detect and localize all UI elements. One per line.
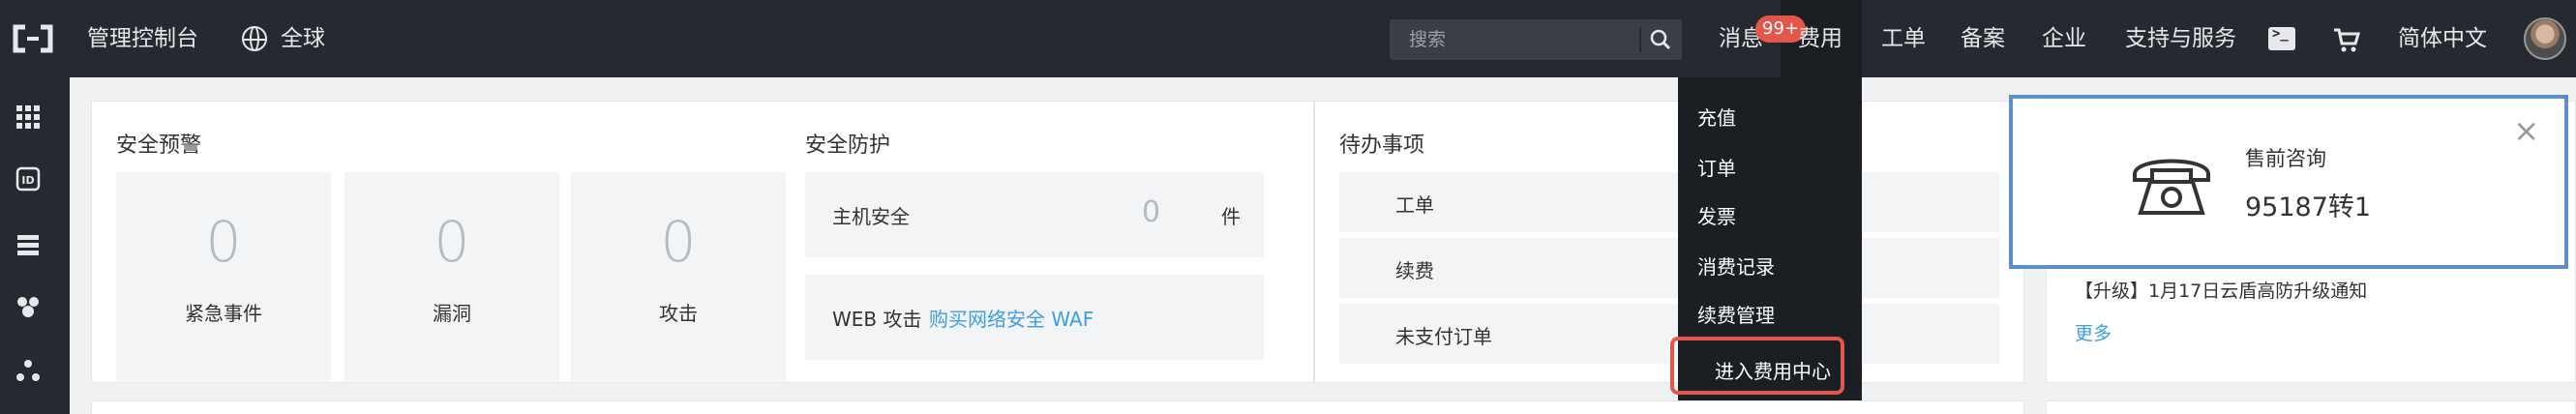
user-avatar[interactable] — [2524, 17, 2566, 60]
stat-value: 0 — [434, 209, 470, 275]
server-icon[interactable] — [15, 232, 41, 257]
todo-item-label: 续费 — [1395, 259, 1434, 282]
left-sidebar: ID — [0, 77, 70, 414]
buy-waf-link[interactable]: 购买网络安全 WAF — [929, 304, 1093, 332]
language-selector[interactable]: 简体中文 — [2398, 23, 2487, 54]
aliyun-logo-icon[interactable] — [12, 23, 54, 54]
search-box — [1390, 19, 1682, 60]
stat-value: 0 — [205, 209, 242, 275]
stat-box-urgent[interactable]: 0 紧急事件 — [116, 172, 331, 381]
region-selector[interactable]: 全球 — [281, 23, 325, 54]
popup-phone: 95187转1 — [2245, 192, 2372, 222]
ticket-link[interactable]: 工单 — [1881, 23, 1926, 54]
grid-icon[interactable] — [15, 104, 41, 130]
web-attack-row: WEB 攻击 购买网络安全 WAF — [805, 275, 1264, 360]
cart-icon[interactable] — [2332, 25, 2361, 54]
todo-item-label: 工单 — [1395, 193, 1434, 217]
search-input[interactable] — [1390, 19, 1639, 60]
stat-box-attack[interactable]: 0 攻击 — [571, 172, 786, 381]
security-protect-title: 安全防护 — [805, 133, 891, 158]
stat-value: 0 — [660, 209, 697, 275]
todo-title: 待办事项 — [1339, 133, 1425, 158]
search-icon[interactable] — [1649, 28, 1672, 51]
todo-item-renew[interactable]: 续费 — [1339, 238, 1999, 298]
top-navbar: 管理控制台 全球 消息 99+ 费用 工单 备案 企业 支持与服务 简体中文 — [0, 0, 2576, 77]
notice-item[interactable]: 【升级】1月17日云盾高防升级通知 — [2075, 277, 2367, 303]
console-title-link[interactable]: 管理控制台 — [87, 23, 198, 54]
fee-dropdown-menu: 充值 订单 发票 消费记录 续费管理 进入费用中心 — [1670, 77, 1862, 400]
dropdown-item-fee-center[interactable]: 进入费用中心 — [1715, 356, 1831, 384]
search-divider — [1639, 27, 1641, 52]
dropdown-item-orders[interactable]: 订单 — [1697, 153, 1736, 181]
dropdown-item-billing[interactable]: 消费记录 — [1697, 251, 1775, 280]
security-alert-title: 安全预警 — [116, 133, 202, 158]
ide-icon[interactable]: ID — [15, 166, 41, 192]
host-security-row[interactable]: 主机安全 0 件 — [805, 172, 1264, 257]
cluster-icon[interactable] — [15, 294, 41, 319]
notice-more-link[interactable]: 更多 — [2075, 319, 2112, 345]
todo-item-label: 未支付订单 — [1395, 325, 1492, 348]
close-icon[interactable]: × — [2513, 112, 2539, 149]
todo-item-ticket[interactable]: 工单 — [1339, 172, 1999, 232]
dropdown-item-recharge[interactable]: 充值 — [1697, 103, 1736, 131]
host-security-value: 0 — [1142, 195, 1161, 229]
presales-popup: 售前咨询 95187转1 × — [2009, 95, 2568, 269]
stat-box-vulnerability[interactable]: 0 漏洞 — [344, 172, 559, 381]
host-security-label: 主机安全 — [832, 205, 910, 228]
dropdown-item-invoice[interactable]: 发票 — [1697, 201, 1736, 229]
support-link[interactable]: 支持与服务 — [2125, 23, 2236, 54]
nodes-icon[interactable] — [15, 358, 41, 383]
enterprise-link[interactable]: 企业 — [2042, 23, 2086, 54]
dropdown-item-renewal[interactable]: 续费管理 — [1697, 300, 1775, 328]
phone-icon — [2133, 159, 2210, 215]
fee-menu[interactable]: 费用 — [1798, 23, 1842, 54]
globe-icon[interactable] — [242, 26, 267, 51]
next-row-card — [91, 400, 2024, 414]
todo-item-unpaid[interactable]: 未支付订单 — [1339, 304, 1999, 364]
stat-label: 攻击 — [659, 302, 698, 325]
terminal-icon[interactable] — [2268, 26, 2295, 50]
web-attack-label: WEB 攻击 — [832, 308, 922, 331]
stat-label: 漏洞 — [433, 302, 471, 325]
icp-link[interactable]: 备案 — [1961, 23, 2005, 54]
next-row-card-right — [2046, 400, 2576, 414]
host-security-unit: 件 — [1221, 205, 1241, 228]
svg-text:ID: ID — [21, 174, 34, 187]
popup-title: 售前咨询 — [2245, 147, 2326, 170]
stat-label: 紧急事件 — [185, 302, 262, 325]
